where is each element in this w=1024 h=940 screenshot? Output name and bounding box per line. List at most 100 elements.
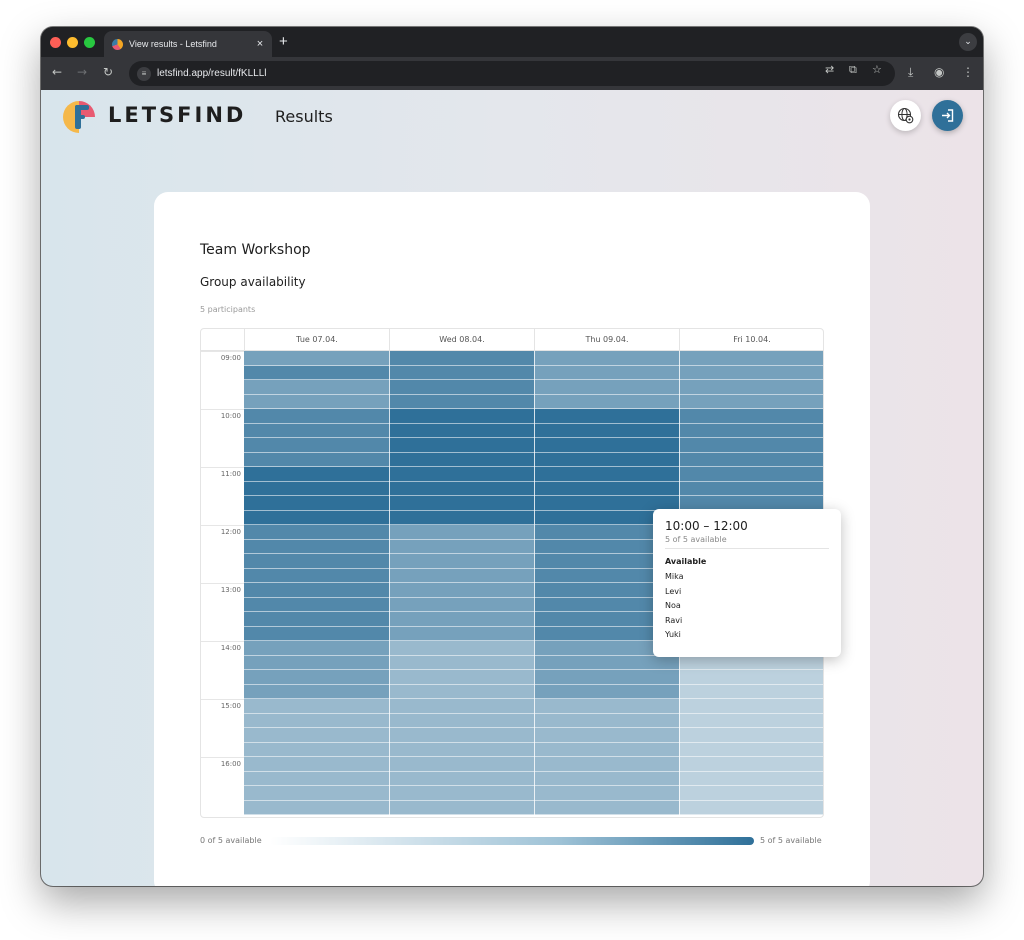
- time-slot[interactable]: [679, 699, 823, 714]
- time-slot[interactable]: [244, 583, 389, 598]
- time-slot[interactable]: [389, 496, 534, 511]
- download-icon[interactable]: ⤓: [908, 65, 913, 80]
- time-slot[interactable]: [389, 423, 534, 438]
- tab-close-button[interactable]: ×: [252, 38, 268, 50]
- time-slot[interactable]: [244, 742, 389, 757]
- time-slot[interactable]: [389, 626, 534, 641]
- time-slot[interactable]: [534, 365, 679, 380]
- time-slot[interactable]: [679, 786, 823, 801]
- time-slot[interactable]: [244, 525, 389, 540]
- time-slot[interactable]: [679, 800, 823, 815]
- time-slot[interactable]: [244, 800, 389, 815]
- time-slot[interactable]: [244, 496, 389, 511]
- time-slot[interactable]: [244, 481, 389, 496]
- time-slot[interactable]: [389, 438, 534, 453]
- time-slot[interactable]: [534, 380, 679, 395]
- forward-icon[interactable]: →: [77, 65, 87, 79]
- time-slot[interactable]: [389, 525, 534, 540]
- address-bar[interactable]: ≡ letsfind.app/result/fKLLLl: [129, 61, 895, 86]
- time-slot[interactable]: [244, 626, 389, 641]
- time-slot[interactable]: [534, 438, 679, 453]
- back-icon[interactable]: ←: [52, 65, 62, 79]
- time-slot[interactable]: [534, 423, 679, 438]
- time-slot[interactable]: [679, 351, 823, 366]
- time-slot[interactable]: [679, 684, 823, 699]
- time-slot[interactable]: [244, 452, 389, 467]
- time-slot[interactable]: [534, 655, 679, 670]
- time-slot[interactable]: [389, 757, 534, 772]
- browser-tab[interactable]: View results - Letsfind ×: [104, 31, 272, 57]
- bookmark-star-icon[interactable]: ☆: [872, 63, 882, 76]
- time-slot[interactable]: [534, 394, 679, 409]
- time-slot[interactable]: [534, 699, 679, 714]
- time-slot[interactable]: [679, 365, 823, 380]
- time-slot[interactable]: [534, 452, 679, 467]
- time-slot[interactable]: [244, 365, 389, 380]
- brand-name[interactable]: LETSFIND: [108, 103, 246, 127]
- time-slot[interactable]: [244, 786, 389, 801]
- time-slot[interactable]: [679, 728, 823, 743]
- time-slot[interactable]: [244, 655, 389, 670]
- time-slot[interactable]: [389, 684, 534, 699]
- time-slot[interactable]: [244, 641, 389, 656]
- minimize-window-button[interactable]: [67, 37, 78, 48]
- time-slot[interactable]: [389, 612, 534, 627]
- time-slot[interactable]: [534, 757, 679, 772]
- time-slot[interactable]: [389, 655, 534, 670]
- menu-icon[interactable]: ⋮: [962, 65, 974, 79]
- time-slot[interactable]: [534, 713, 679, 728]
- time-slot[interactable]: [244, 554, 389, 569]
- cast-icon[interactable]: ⧉: [849, 63, 857, 77]
- time-slot[interactable]: [534, 481, 679, 496]
- time-slot[interactable]: [389, 771, 534, 786]
- time-slot[interactable]: [679, 670, 823, 685]
- time-slot[interactable]: [534, 467, 679, 482]
- time-slot[interactable]: [679, 438, 823, 453]
- site-info-icon[interactable]: ≡: [137, 66, 151, 81]
- time-slot[interactable]: [244, 394, 389, 409]
- time-slot[interactable]: [534, 684, 679, 699]
- time-slot[interactable]: [389, 728, 534, 743]
- time-slot[interactable]: [679, 467, 823, 482]
- time-slot[interactable]: [389, 380, 534, 395]
- time-slot[interactable]: [534, 800, 679, 815]
- time-slot[interactable]: [389, 539, 534, 554]
- time-slot[interactable]: [389, 699, 534, 714]
- time-slot[interactable]: [679, 757, 823, 772]
- time-slot[interactable]: [244, 699, 389, 714]
- time-slot[interactable]: [389, 568, 534, 583]
- time-slot[interactable]: [679, 423, 823, 438]
- time-slot[interactable]: [244, 510, 389, 525]
- time-slot[interactable]: [389, 670, 534, 685]
- time-slot[interactable]: [389, 800, 534, 815]
- time-slot[interactable]: [244, 684, 389, 699]
- time-slot[interactable]: [389, 554, 534, 569]
- time-slot[interactable]: [389, 351, 534, 366]
- time-slot[interactable]: [534, 742, 679, 757]
- new-tab-button[interactable]: +: [279, 33, 288, 50]
- time-slot[interactable]: [389, 409, 534, 424]
- time-slot[interactable]: [389, 394, 534, 409]
- time-slot[interactable]: [534, 786, 679, 801]
- time-slot[interactable]: [389, 713, 534, 728]
- time-slot[interactable]: [244, 757, 389, 772]
- time-slot[interactable]: [389, 583, 534, 598]
- time-slot[interactable]: [389, 467, 534, 482]
- time-slot[interactable]: [244, 423, 389, 438]
- time-slot[interactable]: [244, 380, 389, 395]
- time-slot[interactable]: [679, 452, 823, 467]
- time-slot[interactable]: [679, 713, 823, 728]
- time-slot[interactable]: [244, 713, 389, 728]
- login-button[interactable]: [932, 100, 963, 131]
- time-slot[interactable]: [244, 771, 389, 786]
- time-slot[interactable]: [679, 409, 823, 424]
- translate-icon[interactable]: ⇄: [825, 63, 834, 76]
- time-slot[interactable]: [244, 728, 389, 743]
- time-slot[interactable]: [389, 481, 534, 496]
- time-slot[interactable]: [244, 351, 389, 366]
- time-slot[interactable]: [389, 365, 534, 380]
- time-slot[interactable]: [389, 742, 534, 757]
- time-slot[interactable]: [244, 409, 389, 424]
- time-slot[interactable]: [244, 539, 389, 554]
- time-slot[interactable]: [679, 771, 823, 786]
